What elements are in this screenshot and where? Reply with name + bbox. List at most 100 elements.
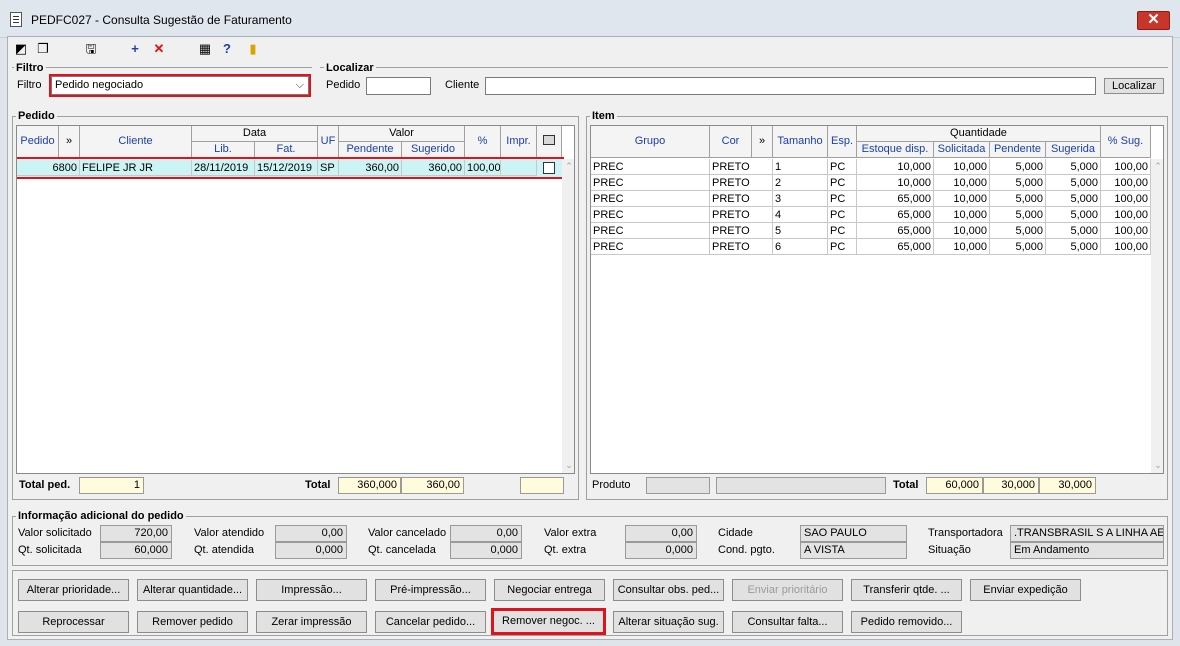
valor-solicitado-value: 720,00 (100, 525, 172, 542)
cell-solicitada: 10,000 (934, 207, 990, 223)
pre-impressao-button[interactable]: Pré-impressão... (375, 579, 486, 601)
save-disk-icon[interactable]: 🖫 (82, 41, 100, 57)
col-pendente[interactable]: Pendente (339, 142, 402, 158)
col-fat[interactable]: Fat. (255, 142, 318, 158)
alterar-prioridade-button[interactable]: Alterar prioridade... (18, 579, 129, 601)
col-uf[interactable]: UF (318, 126, 339, 158)
col-esp[interactable]: Esp. (828, 126, 857, 158)
pedido-removido-button[interactable]: Pedido removido... (851, 611, 962, 633)
col-lib[interactable]: Lib. (192, 142, 255, 158)
col-item-more-icon[interactable]: » (752, 126, 773, 158)
filtro-select[interactable]: Pedido negociado ⌵ (49, 74, 311, 97)
alterar-quantidade-button[interactable]: Alterar quantidade... (137, 579, 248, 601)
col-more-icon[interactable]: » (59, 126, 80, 158)
table-row[interactable]: PREC PRETO 2 PC 10,000 10,000 5,000 5,000 100,00 (591, 175, 1151, 191)
app-document-icon (10, 12, 22, 27)
cell-cor: PRETO (710, 175, 773, 191)
pedido-scrollbar[interactable]: ⌃ ⌄ (562, 159, 574, 473)
cancelar-pedido-button[interactable]: Cancelar pedido... (375, 611, 486, 633)
col-solicitada[interactable]: Solicitada (934, 142, 990, 158)
col-pedido[interactable]: Pedido (17, 126, 59, 158)
qt-extra-label: Qt. extra (544, 544, 587, 556)
item-scrollbar[interactable]: ⌃ ⌄ (1151, 159, 1163, 473)
table-row[interactable]: PREC PRETO 1 PC 10,000 10,000 5,000 5,000 100,00 (591, 159, 1151, 175)
scroll-up-icon[interactable]: ⌃ (1151, 161, 1163, 172)
cell-tamanho: 4 (773, 207, 828, 223)
cidade-label: Cidade (718, 527, 753, 539)
cell-cor: PRETO (710, 239, 773, 255)
cell-sugerido: 360,00 (402, 160, 465, 176)
cell-cor: PRETO (710, 191, 773, 207)
qt-solicitada-label: Qt. solicitada (18, 544, 82, 556)
item-legend: Item (590, 110, 617, 122)
consultar-obs-button[interactable]: Consultar obs. ped... (613, 579, 724, 601)
scroll-up-icon[interactable]: ⌃ (562, 161, 574, 172)
col-cor[interactable]: Cor (710, 126, 752, 158)
alterar-situacao-button[interactable]: Alterar situação sug. (613, 611, 724, 633)
cell-tamanho: 2 (773, 175, 828, 191)
table-row[interactable]: PREC PRETO 3 PC 65,000 10,000 5,000 5,000 100,00 (591, 191, 1151, 207)
cell-solicitada: 10,000 (934, 191, 990, 207)
chevron-down-icon[interactable]: ⌵ (296, 77, 304, 93)
remover-negoc-button[interactable]: Remover negoc. ... (491, 608, 606, 635)
cell-grupo: PREC (591, 175, 710, 191)
row-checkbox[interactable] (543, 162, 555, 174)
cell-grupo: PREC (591, 159, 710, 175)
table-row[interactable]: 6800 FELIPE JR JR 28/11/2019 15/12/2019 … (17, 157, 564, 179)
copy-windows-icon[interactable]: ❐ (34, 41, 52, 57)
enviar-expedicao-button[interactable]: Enviar expedição (970, 579, 1081, 601)
scroll-down-icon[interactable]: ⌄ (1151, 460, 1163, 471)
transferir-qtde-button[interactable]: Transferir qtde. ... (851, 579, 962, 601)
col-select-all[interactable] (537, 126, 562, 158)
cell-sugerida: 5,000 (1046, 239, 1101, 255)
transportadora-value: .TRANSBRASIL S A LINHA AERI (1010, 525, 1164, 542)
zerar-impressao-button[interactable]: Zerar impressão (256, 611, 367, 633)
close-button[interactable]: ✕ (1137, 11, 1170, 30)
col-tamanho[interactable]: Tamanho (773, 126, 828, 158)
negociar-entrega-button[interactable]: Negociar entrega (494, 579, 605, 601)
table-row[interactable]: PREC PRETO 6 PC 65,000 10,000 5,000 5,000 100,00 (591, 239, 1151, 255)
cell-pct: 100,00 (1101, 223, 1151, 239)
pedido-search-input[interactable] (366, 77, 431, 95)
cell-estoque: 65,000 (857, 191, 934, 207)
enviar-prioritario-button[interactable]: Enviar prioritário (732, 579, 843, 601)
cliente-search-input[interactable] (485, 77, 1096, 95)
col-grupo[interactable]: Grupo (591, 126, 710, 158)
cell-pendente: 5,000 (990, 207, 1046, 223)
col-impr[interactable]: Impr. (501, 126, 537, 158)
cell-pendente: 5,000 (990, 191, 1046, 207)
help-question-icon[interactable]: ? (218, 41, 236, 57)
cell-pendente: 5,000 (990, 239, 1046, 255)
add-plus-icon[interactable]: + (126, 41, 144, 57)
qt-atendida-value: 0,000 (275, 542, 347, 559)
col-data: Data (192, 126, 318, 142)
localizar-button[interactable]: Localizar (1104, 78, 1164, 94)
col-cliente[interactable]: Cliente (80, 126, 192, 158)
cell-estoque: 65,000 (857, 207, 934, 223)
delete-x-icon[interactable]: ✕ (150, 41, 168, 57)
col-item-pendente[interactable]: Pendente (990, 142, 1046, 158)
cell-pendente: 5,000 (990, 175, 1046, 191)
calculator-grid-icon[interactable]: ▦ (196, 41, 214, 57)
remover-pedido-button[interactable]: Remover pedido (137, 611, 248, 633)
col-sugerido[interactable]: Sugerido (402, 142, 465, 158)
table-row[interactable]: PREC PRETO 4 PC 65,000 10,000 5,000 5,000 100,00 (591, 207, 1151, 223)
col-sugerida[interactable]: Sugerida (1046, 142, 1101, 158)
produto-field-2 (716, 477, 886, 494)
qt-cancelada-value: 0,000 (450, 542, 522, 559)
select-all-checkbox-icon[interactable] (543, 135, 555, 145)
table-row[interactable]: PREC PRETO 5 PC 65,000 10,000 5,000 5,000 100,00 (591, 223, 1151, 239)
col-estoque[interactable]: Estoque disp. (857, 142, 934, 158)
col-pct-sug[interactable]: % Sug. (1101, 126, 1151, 158)
cell-esp: PC (828, 223, 857, 239)
situacao-value: Em Andamento (1010, 542, 1164, 559)
reprocessar-button[interactable]: Reprocessar (18, 611, 129, 633)
consultar-falta-button[interactable]: Consultar falta... (732, 611, 843, 633)
cell-pct: 100,00 (1101, 175, 1151, 191)
scroll-down-icon[interactable]: ⌄ (562, 460, 574, 471)
col-pct[interactable]: % (465, 126, 501, 158)
back-arrow-icon[interactable]: ◩ (12, 41, 30, 57)
impressao-button[interactable]: Impressão... (256, 579, 367, 601)
exit-door-icon[interactable]: ▮ (244, 41, 262, 57)
cell-pct: 100,00 (465, 160, 501, 176)
